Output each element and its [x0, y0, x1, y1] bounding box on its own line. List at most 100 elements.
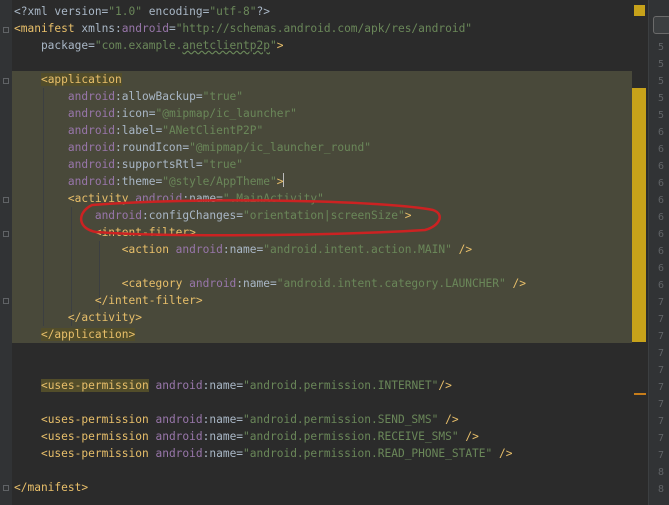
- code-line[interactable]: package="com.example.anetclientp2p">: [14, 37, 284, 54]
- code-token: <?xml version=: [14, 5, 109, 18]
- code-line[interactable]: android:label="ANetClientP2P": [14, 122, 263, 139]
- code-token: android: [67, 158, 116, 171]
- code-token: "ANetClientP2P": [162, 124, 264, 137]
- warning-marker[interactable]: [634, 393, 646, 395]
- code-token: "@mipmap/ic_launcher_round": [189, 141, 371, 154]
- code-line[interactable]: <intent-filter>: [14, 224, 196, 241]
- code-token: android: [155, 447, 203, 460]
- code-line[interactable]: </manifest>: [14, 479, 88, 496]
- code-token: android: [121, 22, 169, 35]
- side-panel: 555556666666666777777777788: [648, 0, 669, 505]
- code-token: "utf-8": [209, 5, 257, 18]
- code-editor[interactable]: <?xml version="1.0" encoding="utf-8"?> <m…: [0, 0, 648, 505]
- code-line[interactable]: android:icon="@mipmap/ic_launcher": [14, 105, 297, 122]
- line-number: 8: [658, 484, 665, 495]
- code-token: "@style/AppTheme": [162, 175, 277, 188]
- warning-status-icon[interactable]: [634, 5, 645, 16]
- code-token: android: [155, 430, 203, 443]
- code-token: "1.0": [108, 5, 142, 18]
- code-line[interactable]: <manifest xmlns:android="http://schemas.…: [14, 20, 472, 37]
- fold-toggle-icon[interactable]: [3, 197, 9, 203]
- code-token: "@mipmap/ic_launcher": [155, 107, 297, 120]
- code-token: android: [67, 124, 116, 137]
- code-token: :icon=: [115, 107, 156, 120]
- fold-toggle-icon[interactable]: [3, 231, 9, 237]
- code-token: android: [67, 141, 116, 154]
- highlight-marker[interactable]: [632, 88, 646, 342]
- code-token: "true": [202, 90, 244, 103]
- code-token: />: [492, 447, 513, 460]
- fold-toggle-icon[interactable]: [3, 485, 9, 491]
- code-token: :supportsRtl=: [115, 158, 203, 171]
- code-token: "android.intent.category.LAUNCHER": [276, 277, 506, 290]
- code-line[interactable]: <?xml version="1.0" encoding="utf-8"?>: [14, 3, 270, 20]
- code-token: :configChanges=: [141, 209, 244, 222]
- code-line[interactable]: android:supportsRtl="true": [14, 156, 243, 173]
- code-token: :name=: [236, 277, 277, 290]
- code-token: />: [438, 379, 452, 392]
- code-token: android: [94, 209, 142, 222]
- code-line[interactable]: android:roundIcon="@mipmap/ic_launcher_r…: [14, 139, 371, 156]
- code-line[interactable]: android:theme="@style/AppTheme">: [14, 173, 285, 190]
- code-line[interactable]: </activity>: [14, 309, 142, 326]
- code-token: <application: [40, 73, 122, 86]
- code-token: :allowBackup=: [115, 90, 203, 103]
- code-token: "android.intent.action.MAIN": [263, 243, 452, 256]
- code-line[interactable]: <action android:name="android.intent.act…: [14, 241, 472, 258]
- code-token: >: [276, 175, 284, 188]
- fold-toggle-icon[interactable]: [3, 78, 9, 84]
- code-token: />: [505, 277, 526, 290]
- code-line[interactable]: </intent-filter>: [14, 292, 203, 309]
- code-line[interactable]: <uses-permission android:name="android.p…: [14, 377, 452, 394]
- code-token: "com.example.: [94, 39, 183, 52]
- code-token: ".MainActivity": [222, 192, 324, 205]
- code-token: </manifest>: [14, 481, 89, 494]
- code-token: :name=: [202, 447, 244, 460]
- code-token: android: [67, 90, 116, 103]
- fold-gutter[interactable]: [0, 0, 12, 505]
- code-token: <uses-permission: [40, 413, 156, 426]
- text-cursor: [283, 173, 285, 187]
- code-token: android: [155, 379, 203, 392]
- code-token: :roundIcon=: [115, 141, 190, 154]
- code-line[interactable]: <activity android:name=".MainActivity": [14, 190, 324, 207]
- code-line[interactable]: <uses-permission android:name="android.p…: [14, 428, 479, 445]
- code-token: >: [404, 209, 412, 222]
- code-line[interactable]: <uses-permission android:name="android.p…: [14, 445, 513, 462]
- code-token: "orientation|screenSize": [243, 209, 405, 222]
- code-token: :name=: [202, 413, 244, 426]
- code-token: <uses-permission: [40, 447, 156, 460]
- code-line[interactable]: <application: [14, 71, 122, 88]
- code-token: "android.permission.INTERNET": [243, 379, 439, 392]
- code-token: <uses-permission: [40, 430, 156, 443]
- code-token: <action: [121, 243, 176, 256]
- code-line[interactable]: android:configChanges="orientation|scree…: [14, 207, 412, 224]
- code-line[interactable]: </application>: [14, 326, 136, 343]
- code-token: />: [438, 413, 459, 426]
- code-token: android: [189, 277, 237, 290]
- code-line[interactable]: <uses-permission android:name="android.p…: [14, 411, 459, 428]
- code-token: anetclientp2p: [182, 39, 270, 52]
- code-line[interactable]: <category android:name="android.intent.c…: [14, 275, 526, 292]
- code-token: <intent-filter>: [94, 226, 196, 239]
- code-token: "android.permission.RECEIVE_SMS": [243, 430, 459, 443]
- fold-toggle-icon[interactable]: [3, 298, 9, 304]
- code-token: </intent-filter>: [94, 294, 203, 307]
- search-icon[interactable]: [653, 16, 669, 34]
- code-token: android: [67, 107, 116, 120]
- code-line[interactable]: android:allowBackup="true": [14, 88, 243, 105]
- code-token: :theme=: [115, 175, 163, 188]
- code-token: "android.permission.SEND_SMS": [243, 413, 439, 426]
- fold-toggle-icon[interactable]: [3, 27, 9, 33]
